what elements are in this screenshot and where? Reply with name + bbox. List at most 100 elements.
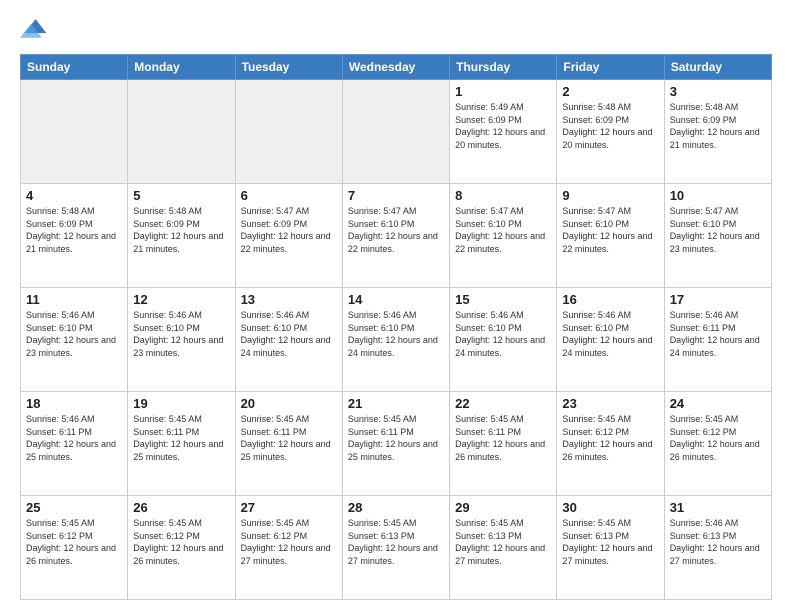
day-number: 29 — [455, 500, 551, 515]
day-cell-9: 9 Sunrise: 5:47 AM Sunset: 6:10 PM Daylig… — [557, 184, 664, 288]
day-number: 15 — [455, 292, 551, 307]
day-number: 28 — [348, 500, 444, 515]
day-number: 19 — [133, 396, 229, 411]
day-number: 31 — [670, 500, 766, 515]
logo — [20, 16, 52, 44]
day-number: 4 — [26, 188, 122, 203]
day-detail: Sunrise: 5:47 AM Sunset: 6:10 PM Dayligh… — [562, 205, 658, 255]
day-cell-7: 7 Sunrise: 5:47 AM Sunset: 6:10 PM Daylig… — [342, 184, 449, 288]
day-number: 2 — [562, 84, 658, 99]
day-detail: Sunrise: 5:45 AM Sunset: 6:12 PM Dayligh… — [241, 517, 337, 567]
col-header-monday: Monday — [128, 55, 235, 80]
calendar-table: SundayMondayTuesdayWednesdayThursdayFrid… — [20, 54, 772, 600]
day-number: 26 — [133, 500, 229, 515]
day-number: 23 — [562, 396, 658, 411]
day-cell-15: 15 Sunrise: 5:46 AM Sunset: 6:10 PM Dayli… — [450, 288, 557, 392]
day-cell-29: 29 Sunrise: 5:45 AM Sunset: 6:13 PM Dayli… — [450, 496, 557, 600]
day-number: 22 — [455, 396, 551, 411]
day-cell-14: 14 Sunrise: 5:46 AM Sunset: 6:10 PM Dayli… — [342, 288, 449, 392]
day-number: 10 — [670, 188, 766, 203]
day-detail: Sunrise: 5:45 AM Sunset: 6:13 PM Dayligh… — [455, 517, 551, 567]
col-header-saturday: Saturday — [664, 55, 771, 80]
day-cell-25: 25 Sunrise: 5:45 AM Sunset: 6:12 PM Dayli… — [21, 496, 128, 600]
day-cell-empty — [235, 80, 342, 184]
day-cell-24: 24 Sunrise: 5:45 AM Sunset: 6:12 PM Dayli… — [664, 392, 771, 496]
day-number: 12 — [133, 292, 229, 307]
day-detail: Sunrise: 5:47 AM Sunset: 6:09 PM Dayligh… — [241, 205, 337, 255]
day-detail: Sunrise: 5:45 AM Sunset: 6:11 PM Dayligh… — [241, 413, 337, 463]
day-number: 6 — [241, 188, 337, 203]
day-detail: Sunrise: 5:49 AM Sunset: 6:09 PM Dayligh… — [455, 101, 551, 151]
day-cell-11: 11 Sunrise: 5:46 AM Sunset: 6:10 PM Dayli… — [21, 288, 128, 392]
day-detail: Sunrise: 5:46 AM Sunset: 6:10 PM Dayligh… — [348, 309, 444, 359]
day-cell-2: 2 Sunrise: 5:48 AM Sunset: 6:09 PM Daylig… — [557, 80, 664, 184]
day-detail: Sunrise: 5:45 AM Sunset: 6:12 PM Dayligh… — [670, 413, 766, 463]
day-number: 21 — [348, 396, 444, 411]
day-cell-12: 12 Sunrise: 5:46 AM Sunset: 6:10 PM Dayli… — [128, 288, 235, 392]
day-detail: Sunrise: 5:45 AM Sunset: 6:12 PM Dayligh… — [26, 517, 122, 567]
col-header-friday: Friday — [557, 55, 664, 80]
day-cell-13: 13 Sunrise: 5:46 AM Sunset: 6:10 PM Dayli… — [235, 288, 342, 392]
week-row-2: 11 Sunrise: 5:46 AM Sunset: 6:10 PM Dayli… — [21, 288, 772, 392]
week-row-3: 18Sunrise: 5:46 AM Sunset: 6:11 PM Dayli… — [21, 392, 772, 496]
day-detail: Sunrise: 5:47 AM Sunset: 6:10 PM Dayligh… — [348, 205, 444, 255]
day-detail: Sunrise: 5:45 AM Sunset: 6:13 PM Dayligh… — [348, 517, 444, 567]
day-cell-20: 20 Sunrise: 5:45 AM Sunset: 6:11 PM Dayli… — [235, 392, 342, 496]
day-number: 8 — [455, 188, 551, 203]
day-number: 25 — [26, 500, 122, 515]
day-cell-16: 16 Sunrise: 5:46 AM Sunset: 6:10 PM Dayli… — [557, 288, 664, 392]
page: SundayMondayTuesdayWednesdayThursdayFrid… — [0, 0, 792, 612]
day-number: 7 — [348, 188, 444, 203]
day-cell-empty — [21, 80, 128, 184]
day-cell-empty — [128, 80, 235, 184]
header — [20, 16, 772, 44]
day-detail: Sunrise: 5:46 AM Sunset: 6:10 PM Dayligh… — [133, 309, 229, 359]
day-number: 13 — [241, 292, 337, 307]
day-detail: Sunrise: 5:45 AM Sunset: 6:13 PM Dayligh… — [562, 517, 658, 567]
day-detail: Sunrise: 5:45 AM Sunset: 6:12 PM Dayligh… — [562, 413, 658, 463]
day-number: 9 — [562, 188, 658, 203]
day-detail: Sunrise: 5:46 AM Sunset: 6:10 PM Dayligh… — [241, 309, 337, 359]
day-number: 5 — [133, 188, 229, 203]
day-number: 30 — [562, 500, 658, 515]
col-header-wednesday: Wednesday — [342, 55, 449, 80]
day-detail: Sunrise: 5:46 AM Sunset: 6:11 PM Dayligh… — [670, 309, 766, 359]
day-cell-27: 27 Sunrise: 5:45 AM Sunset: 6:12 PM Dayli… — [235, 496, 342, 600]
day-number: 20 — [241, 396, 337, 411]
day-cell-empty — [342, 80, 449, 184]
week-row-1: 4 Sunrise: 5:48 AM Sunset: 6:09 PM Daylig… — [21, 184, 772, 288]
week-row-0: 1Sunrise: 5:49 AM Sunset: 6:09 PM Daylig… — [21, 80, 772, 184]
day-detail: Sunrise: 5:48 AM Sunset: 6:09 PM Dayligh… — [562, 101, 658, 151]
day-number: 14 — [348, 292, 444, 307]
day-number: 24 — [670, 396, 766, 411]
day-detail: Sunrise: 5:47 AM Sunset: 6:10 PM Dayligh… — [670, 205, 766, 255]
logo-icon — [20, 16, 48, 44]
day-cell-5: 5Sunrise: 5:48 AM Sunset: 6:09 PM Daylig… — [128, 184, 235, 288]
day-cell-28: 28 Sunrise: 5:45 AM Sunset: 6:13 PM Dayli… — [342, 496, 449, 600]
day-number: 16 — [562, 292, 658, 307]
day-detail: Sunrise: 5:45 AM Sunset: 6:11 PM Dayligh… — [348, 413, 444, 463]
day-number: 27 — [241, 500, 337, 515]
day-cell-21: 21 Sunrise: 5:45 AM Sunset: 6:11 PM Dayli… — [342, 392, 449, 496]
day-detail: Sunrise: 5:46 AM Sunset: 6:10 PM Dayligh… — [562, 309, 658, 359]
day-detail: Sunrise: 5:46 AM Sunset: 6:10 PM Dayligh… — [455, 309, 551, 359]
day-detail: Sunrise: 5:46 AM Sunset: 6:11 PM Dayligh… — [26, 413, 122, 463]
day-number: 3 — [670, 84, 766, 99]
calendar-header-row: SundayMondayTuesdayWednesdayThursdayFrid… — [21, 55, 772, 80]
day-cell-30: 30 Sunrise: 5:45 AM Sunset: 6:13 PM Dayli… — [557, 496, 664, 600]
day-cell-8: 8 Sunrise: 5:47 AM Sunset: 6:10 PM Daylig… — [450, 184, 557, 288]
day-detail: Sunrise: 5:47 AM Sunset: 6:10 PM Dayligh… — [455, 205, 551, 255]
day-detail: Sunrise: 5:45 AM Sunset: 6:11 PM Dayligh… — [133, 413, 229, 463]
day-number: 17 — [670, 292, 766, 307]
day-detail: Sunrise: 5:46 AM Sunset: 6:10 PM Dayligh… — [26, 309, 122, 359]
day-cell-6: 6 Sunrise: 5:47 AM Sunset: 6:09 PM Daylig… — [235, 184, 342, 288]
day-cell-4: 4 Sunrise: 5:48 AM Sunset: 6:09 PM Daylig… — [21, 184, 128, 288]
day-detail: Sunrise: 5:45 AM Sunset: 6:12 PM Dayligh… — [133, 517, 229, 567]
day-cell-23: 23 Sunrise: 5:45 AM Sunset: 6:12 PM Dayli… — [557, 392, 664, 496]
day-number: 11 — [26, 292, 122, 307]
day-detail: Sunrise: 5:48 AM Sunset: 6:09 PM Dayligh… — [26, 205, 122, 255]
col-header-thursday: Thursday — [450, 55, 557, 80]
day-detail: Sunrise: 5:45 AM Sunset: 6:11 PM Dayligh… — [455, 413, 551, 463]
day-cell-22: 22 Sunrise: 5:45 AM Sunset: 6:11 PM Dayli… — [450, 392, 557, 496]
day-cell-10: 10 Sunrise: 5:47 AM Sunset: 6:10 PM Dayli… — [664, 184, 771, 288]
